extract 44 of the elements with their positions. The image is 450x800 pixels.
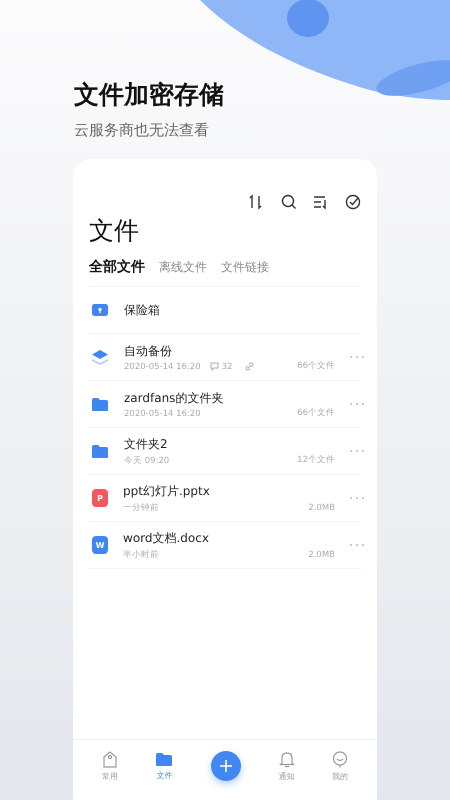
folder-icon — [91, 396, 109, 412]
file-name[interactable]: 自动备份 — [124, 342, 298, 358]
presentation-file-icon: P — [92, 489, 108, 507]
headline: 文件加密存储 — [74, 79, 225, 111]
search-icon[interactable] — [281, 194, 297, 210]
tag-icon[interactable] — [102, 750, 118, 768]
document-file-icon: W — [92, 536, 108, 554]
layers-icon — [91, 348, 109, 366]
more-icon[interactable] — [349, 402, 365, 406]
more-icon[interactable] — [349, 449, 365, 453]
file-date: 2020-05-14 16:20 — [124, 408, 201, 418]
file-info: 2.0MB — [308, 503, 335, 513]
file-name[interactable]: word文档.docx — [123, 530, 308, 546]
tab[interactable]: 文件链接 — [221, 259, 269, 276]
plus-icon — [218, 759, 233, 773]
file-name[interactable]: zardfans的文件夹 — [124, 390, 298, 406]
more-icon[interactable] — [349, 543, 365, 547]
nav-label[interactable]: 文件 — [156, 770, 172, 780]
check-circle-icon[interactable] — [345, 194, 361, 210]
comment-count: 32 — [222, 362, 232, 372]
subtitle: 云服务商也无法查看 — [74, 120, 210, 140]
file-date: 一分钟前 — [123, 502, 159, 514]
tab[interactable]: 离线文件 — [159, 259, 207, 276]
add-button[interactable] — [210, 751, 241, 781]
file-date: 半小时前 — [123, 548, 159, 560]
file-info: 66个文件 — [297, 360, 335, 372]
comment-icon — [210, 362, 219, 371]
file-info: 12个文件 — [297, 454, 335, 466]
more-icon[interactable] — [349, 355, 365, 359]
file-date: 2020-05-14 16:20 — [124, 362, 201, 372]
bell-icon[interactable] — [278, 750, 295, 768]
file-info: 2.0MB — [308, 550, 335, 560]
safe-icon — [91, 303, 109, 317]
file-name[interactable]: 文件夹2 — [124, 436, 298, 452]
file-date: 今天 09:20 — [124, 454, 170, 466]
smiley-icon[interactable] — [332, 750, 348, 768]
folder-icon[interactable] — [155, 752, 174, 766]
file-name[interactable]: ppt幻灯片.pptx — [123, 482, 308, 498]
page-title: 文件 — [89, 215, 140, 247]
more-icon[interactable] — [349, 496, 365, 500]
tab[interactable]: 全部文件 — [89, 258, 145, 276]
file-name[interactable]: 保险箱 — [124, 302, 361, 318]
folder-icon — [91, 444, 109, 458]
file-info: 66个文件 — [297, 407, 335, 419]
